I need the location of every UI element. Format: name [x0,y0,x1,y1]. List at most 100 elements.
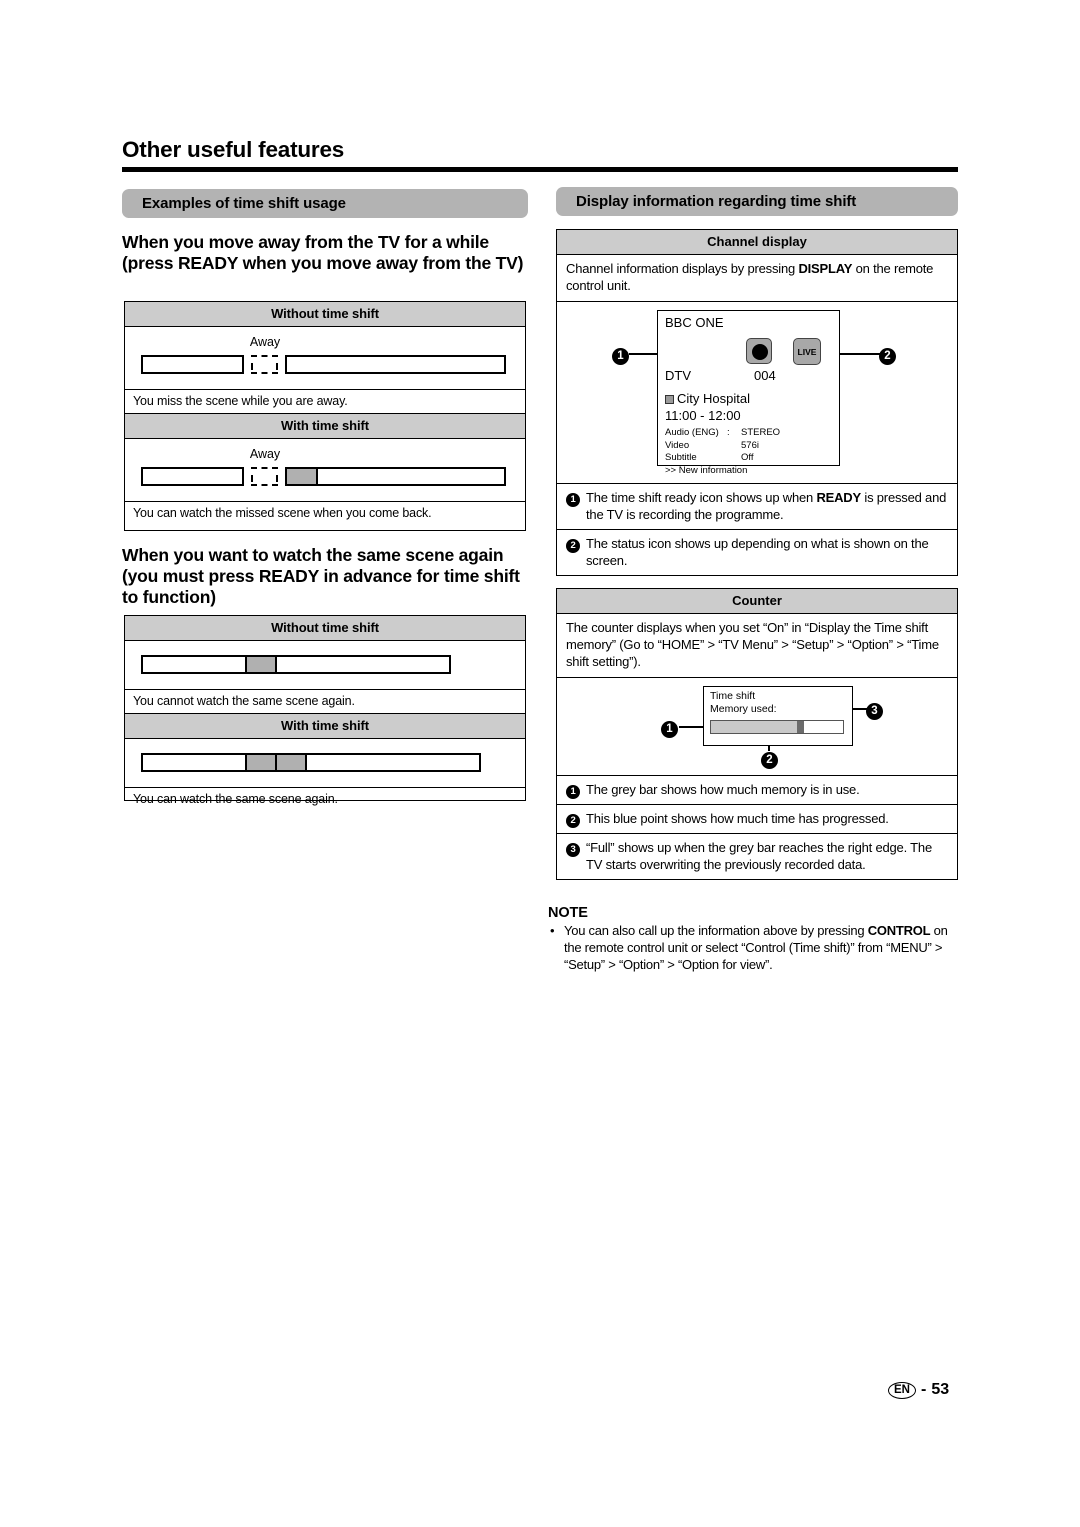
tv-detail-colon [727,440,741,453]
display-key-bold: DISPLAY [798,261,853,276]
section-banner-examples-label: Examples of time shift usage [142,195,346,212]
tv-source-label: DTV [665,368,691,383]
note-text-1: You can also call up the information abo… [564,923,868,938]
table-header-with-time-shift: With time shift [125,413,525,439]
counter-figure: 1 2 3 Time shift Memory used: [557,677,957,775]
subheading-move-away: When you move away from the TV for a whi… [122,232,524,273]
channel-callout-item-1: 1 The time shift ready icon shows up whe… [557,483,957,529]
channel-display-intro: Channel information displays by pressing… [557,255,957,301]
record-dot-shape [752,344,768,360]
callout-number-badge: 1 [566,489,580,507]
page-number: 53 [931,1381,950,1398]
callout-number-badge: 2 [566,535,580,553]
time-progress-point [797,721,804,733]
timeline-bar-with [141,467,509,491]
timeline-segment-watched [141,467,244,486]
timeline-combined-bar [141,655,451,674]
timeline-cell-after [277,657,449,672]
subheading-same-scene: When you want to watch the same scene ag… [122,545,520,607]
tv-detail-row: Subtitle Off [665,452,833,465]
table-header-with-time-shift-2: With time shift [125,713,525,739]
page-footer: EN - 53 [888,1381,949,1399]
title-divider [122,167,958,172]
tv-programme-name: City Hospital [677,391,750,406]
record-dot-icon [746,338,772,364]
programme-info-icon [665,395,674,404]
note-body: • You can also call up the information ab… [548,922,960,973]
callout-number: 3 [866,703,883,720]
timeline-cell-live [318,469,504,484]
timeline-segment-watched [141,355,244,374]
memory-usage-bar [710,720,844,734]
tv-detail-value: Off [741,452,754,463]
callout-1-marker: 1 [612,346,629,365]
caption-without-time-shift: You miss the scene while you are away. [125,389,525,413]
counter-header: Counter [557,589,957,614]
caption-with-time-shift: You can watch the missed scene when you … [125,501,525,525]
counter-callout-item-3: 3 “Full” shows up when the grey bar reac… [557,833,957,879]
counter-callout-item-1: 1 The grey bar shows how much memory is … [557,775,957,804]
timeline-cell-scene [247,755,277,770]
diagram-with-time-shift-2 [125,753,525,777]
timeline-cell-recorded [287,469,318,484]
counter-callout-item-2: 2 This blue point shows how much time ha… [557,804,957,833]
timeline-gap-away [251,467,278,486]
away-label: Away [249,335,281,349]
tv-detail-key: Audio (ENG) [665,427,719,438]
channel-display-table: Channel display Channel information disp… [556,229,958,576]
tv-detail-row: Video 576i [665,440,833,453]
tv-detail-key: Video [665,439,690,451]
counter-mock-line1: Time shift [710,690,756,702]
diagram-without-time-shift-2 [125,655,525,679]
tv-channel-number: 004 [754,368,776,383]
tv-detail-value: 576i [741,439,759,451]
timeline-cell-scene [247,657,277,672]
callout-number: 1 [612,348,629,365]
counter-table: Counter The counter displays when you se… [556,588,958,880]
callout-number: 1 [661,721,678,738]
tv-programme-time: 11:00 - 12:00 [665,408,741,423]
timeline-bar-without [141,355,509,379]
page-title: Other useful features [122,137,345,162]
callout-number-badge: 3 [566,839,580,857]
channel-callout-item-2: 2 The status icon shows up depending on … [557,529,957,575]
callout-number: 2 [566,539,580,553]
memory-usage-grey-fill [711,721,799,733]
callout-number-badge: 1 [566,781,580,799]
counter-mock-line2: Memory used: [710,703,777,715]
callout-2-marker: 2 [879,346,896,365]
note-title: NOTE [548,905,588,921]
callout-text: “Full” shows up when the grey bar reache… [586,840,932,872]
timeline-bar-without-2 [141,655,509,679]
tv-detail-value: STEREO [741,427,781,438]
callout-text: This blue point shows how much time has … [586,811,889,826]
callout-number: 2 [761,752,778,769]
section-banner-display-info: Display information regarding time shift [556,187,958,216]
callout-text: The grey bar shows how much memory is in… [586,782,860,797]
timeline-segment-recovered [285,467,506,486]
diagram-table-move-away: Without time shift Away You miss the sce… [124,301,526,531]
diagram-with-time-shift: Away [125,439,525,491]
timeline-gap-away [251,355,278,374]
section-banner-examples: Examples of time shift usage [122,189,528,218]
counter-callout-2-marker: 2 [761,750,778,769]
tv-channel-info-overlay: BBC ONE LIVE DTV 004 City Hospital 11:00… [657,310,840,476]
caption-with-time-shift-2: You can watch the same scene again. [125,787,525,811]
callout-text-before: The time shift ready icon shows up when [586,490,817,505]
live-status-icon: LIVE [793,338,821,365]
timeline-cell-before [143,755,247,770]
tv-programme-title: City Hospital [665,391,750,406]
tv-detail-key: Subtitle [665,452,697,463]
timeline-cell-replay [277,755,307,770]
intro-text-before: Channel information displays by pressing [566,261,799,276]
counter-overlay-mock: Time shift Memory used: [703,686,853,746]
note-block: NOTE • You can also call up the informati… [548,905,960,973]
control-key-bold: CONTROL [867,923,931,938]
timeline-cell-before [143,657,247,672]
counter-callout-1-marker: 1 [661,719,678,738]
tv-detail-row: Audio (ENG) : STEREO [665,427,833,440]
callout-number: 3 [566,843,580,857]
channel-display-header: Channel display [557,230,957,255]
tv-detail-rows: Audio (ENG) : STEREO Video 576i Subtitle… [665,427,833,465]
diagram-table-same-scene: Without time shift You cannot watch the … [124,615,526,806]
